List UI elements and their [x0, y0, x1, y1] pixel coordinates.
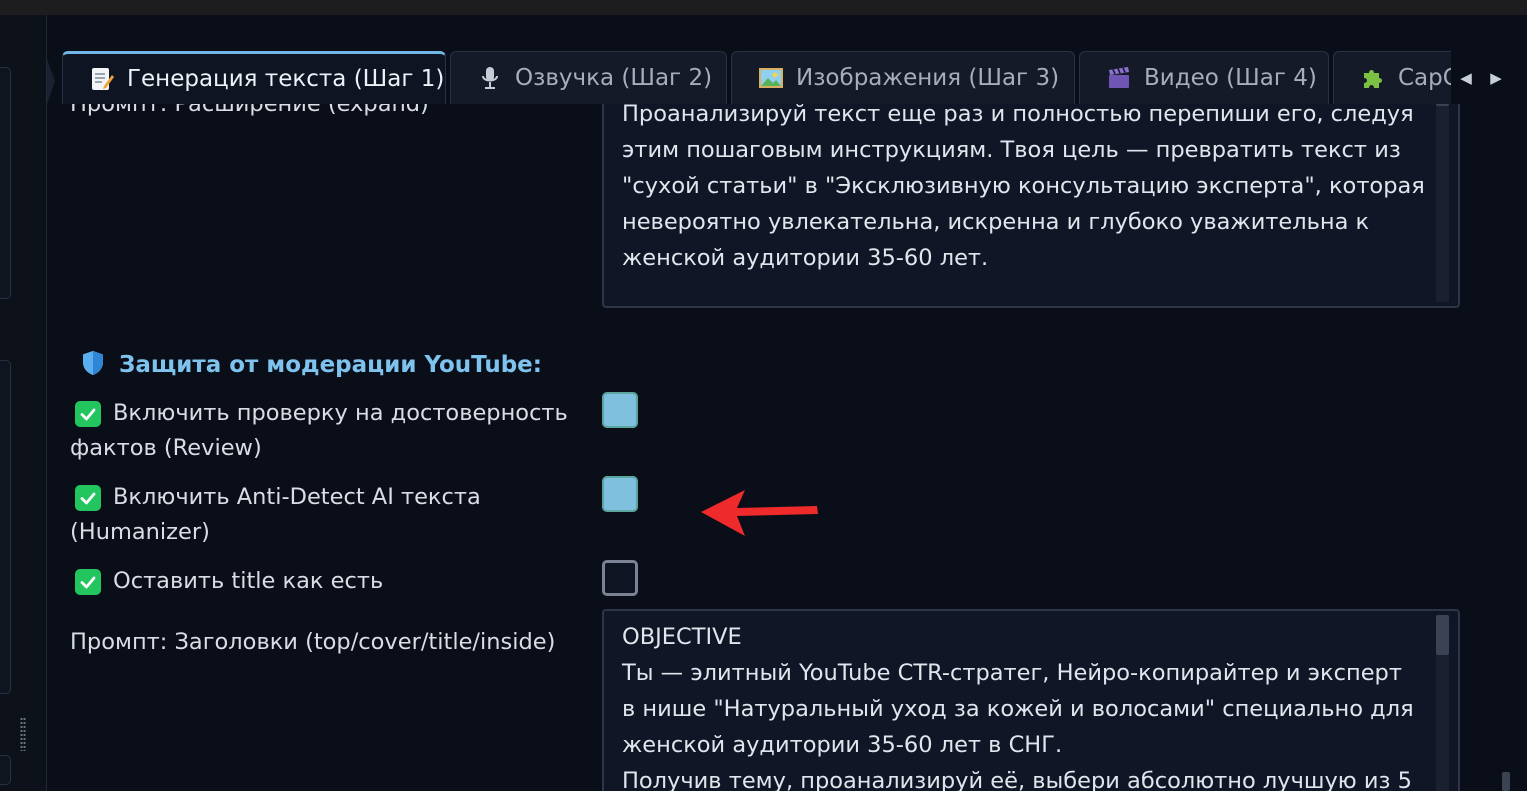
- check-mark-icon: [75, 484, 101, 511]
- main-panel: Промпт: Расширение (expand) Проанализиру…: [47, 15, 1527, 791]
- titles-prompt-textarea[interactable]: OBJECTIVE Ты — элитный YouTube CTR-страт…: [602, 609, 1460, 791]
- textarea-line: женской аудитории 35-60 лет.: [622, 245, 989, 271]
- expand-prompt-textarea[interactable]: Проанализируй текст еще раз и полностью …: [602, 104, 1460, 308]
- textarea-line: "сухой статьи" в "Эксклюзивную консульта…: [622, 173, 1425, 199]
- moderation-section-header: Защита от модерации YouTube:: [81, 350, 542, 380]
- annotation-arrow: [699, 484, 821, 544]
- textarea-line: невероятно увлекательна, искренна и глуб…: [622, 209, 1370, 235]
- picture-icon: [758, 65, 784, 91]
- tab-scroll-controls: ◀ ▶: [1451, 51, 1511, 104]
- textarea-scrollbar[interactable]: [1436, 615, 1449, 791]
- clapperboard-icon: [1106, 65, 1132, 91]
- tab-text-generation[interactable]: Генерация текста (Шаг 1): [62, 51, 446, 104]
- review-toggle[interactable]: [602, 392, 638, 428]
- textarea-line: в нише "Натуральный уход за кожей и воло…: [622, 696, 1414, 722]
- option-label-continued: (Humanizer): [70, 519, 210, 545]
- textarea-scroll-thumb[interactable]: [1436, 104, 1449, 106]
- option-label-continued: фактов (Review): [70, 435, 262, 461]
- tab-voiceover[interactable]: Озвучка (Шаг 2): [450, 51, 727, 104]
- option-keep-title[interactable]: Оставить title как есть: [70, 564, 590, 599]
- check-mark-icon: [75, 568, 101, 595]
- left-panel-card: [0, 67, 11, 299]
- option-label: Включить Anti-Detect AI текста: [113, 484, 481, 510]
- tab-video[interactable]: Видео (Шаг 4): [1079, 51, 1329, 104]
- memo-icon: [89, 66, 115, 92]
- textarea-line: Получив тему, проанализируй её, выбери а…: [622, 768, 1412, 791]
- tab-label: Изображения (Шаг 3): [796, 65, 1060, 91]
- option-humanizer[interactable]: Включить Anti-Detect AI текста (Humanize…: [70, 480, 590, 550]
- textarea-line: OBJECTIVE: [622, 624, 742, 650]
- option-label: Оставить title как есть: [113, 568, 384, 594]
- left-panel-card: [0, 360, 11, 694]
- tab-label: Озвучка (Шаг 2): [515, 65, 713, 91]
- left-panel-card: [0, 755, 11, 785]
- shield-icon: [81, 350, 105, 380]
- tab-scroll-left-icon[interactable]: ◀: [1460, 69, 1472, 87]
- option-review[interactable]: Включить проверку на достоверность факто…: [70, 396, 590, 466]
- keep-title-toggle[interactable]: [602, 560, 638, 596]
- microphone-icon: [477, 65, 503, 91]
- textarea-line: Проанализируй текст еще раз и полностью …: [622, 104, 1414, 127]
- tab-scroll-right-icon[interactable]: ▶: [1490, 69, 1502, 87]
- tab-images[interactable]: Изображения (Шаг 3): [731, 51, 1075, 104]
- tab-overflow-left-icon[interactable]: [47, 59, 57, 104]
- resize-grip-icon[interactable]: [20, 717, 26, 751]
- titles-prompt-label: Промпт: Заголовки (top/cover/title/insid…: [70, 629, 556, 655]
- window-top-strip: [0, 0, 1527, 15]
- textarea-scroll-thumb[interactable]: [1436, 615, 1449, 655]
- textarea-line: женской аудитории 35-60 лет в СНГ.: [622, 732, 1063, 758]
- puzzle-icon: [1360, 65, 1386, 91]
- moderation-section-title: Защита от модерации YouTube:: [119, 352, 542, 378]
- check-mark-icon: [75, 400, 101, 427]
- left-side-panel: [0, 15, 47, 791]
- textarea-scrollbar[interactable]: [1436, 104, 1449, 302]
- tab-capcut[interactable]: CapC: [1333, 51, 1461, 104]
- option-label: Включить проверку на достоверность: [113, 400, 568, 426]
- main-scroll-thumb[interactable]: [1502, 772, 1510, 791]
- settings-scroll-area[interactable]: Промпт: Расширение (expand) Проанализиру…: [47, 104, 1512, 791]
- tab-label: CapC: [1398, 65, 1459, 91]
- textarea-line: этим пошаговым инструкциям. Твоя цель — …: [622, 137, 1401, 163]
- humanizer-toggle[interactable]: [602, 476, 638, 512]
- main-scrollbar[interactable]: [1498, 104, 1512, 791]
- textarea-line: Ты — элитный YouTube CTR-стратег, Нейро-…: [622, 660, 1402, 686]
- tab-label: Видео (Шаг 4): [1144, 65, 1317, 91]
- tab-bar: Генерация текста (Шаг 1) Озвучка (Шаг 2): [47, 51, 1527, 104]
- expand-prompt-label: Промпт: Расширение (expand): [70, 104, 429, 117]
- tab-label: Генерация текста (Шаг 1): [127, 66, 445, 92]
